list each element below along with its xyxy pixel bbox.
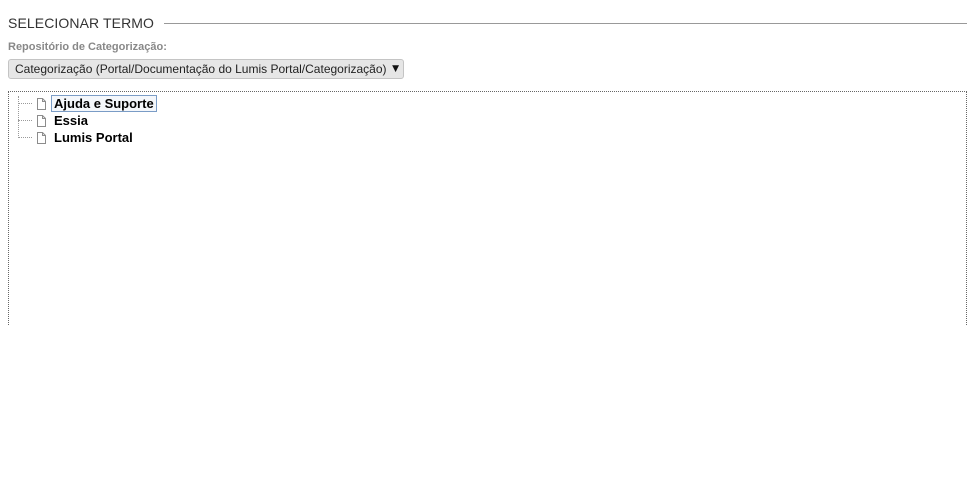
term-tree: Ajuda e Suporte Essia Lumis Portal [8,91,967,325]
tree-connector [18,120,32,121]
dropdown-arrow-icon: ▼ [392,64,399,74]
tree-item-label[interactable]: Lumis Portal [52,130,135,145]
document-icon [37,131,46,144]
repository-label: Repositório de Categorização: [8,41,167,53]
tree-item-label[interactable]: Ajuda e Suporte [51,95,157,112]
document-icon [37,114,46,127]
tree-item[interactable]: Ajuda e Suporte [18,95,157,112]
section-divider [164,22,967,24]
tree-item[interactable]: Lumis Portal [18,129,135,146]
tree-connector [18,137,32,138]
tree-item-label[interactable]: Essia [52,113,90,128]
tree-connector [18,103,32,104]
section-header: SELECIONAR TERMO [8,14,967,32]
repository-select[interactable]: Categorização (Portal/Documentação do Lu… [8,59,404,79]
select-term-panel: SELECIONAR TERMO Repositório de Categori… [0,0,975,486]
tree-item[interactable]: Essia [18,112,90,129]
document-icon [37,97,46,110]
section-title: SELECIONAR TERMO [8,15,155,31]
repository-select-value: Categorização (Portal/Documentação do Lu… [15,62,387,76]
